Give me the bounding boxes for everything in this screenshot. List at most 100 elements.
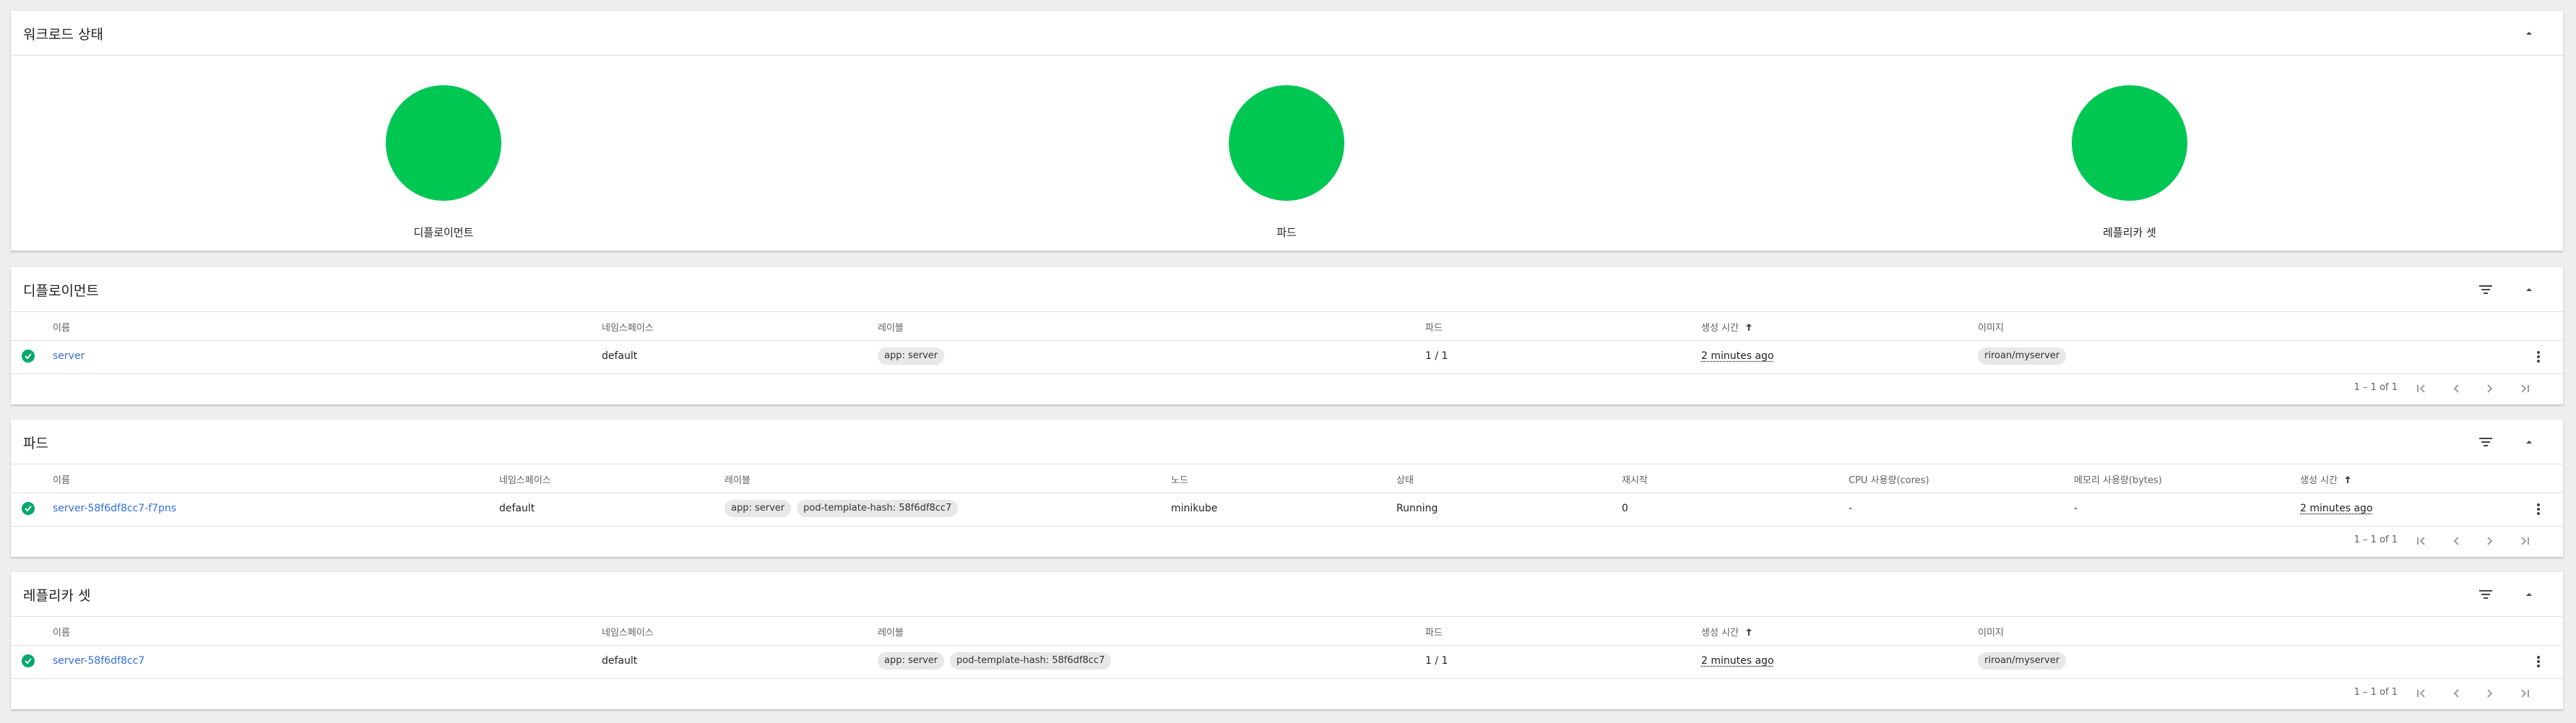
- row-menu-button[interactable]: [2530, 348, 2547, 365]
- column-header-label: 생성 시간: [2300, 475, 2338, 486]
- column-header-status[interactable]: 상태: [1396, 472, 1414, 486]
- card-header: 워크로드 상태: [11, 11, 2563, 56]
- card-header: 레플리카 셋: [11, 572, 2563, 617]
- column-header-label: 생성 시간: [1701, 323, 1739, 334]
- workload-status-card: 워크로드 상태 디플로이먼트 파드 레플리카 셋: [11, 11, 2563, 251]
- previous-page-button[interactable]: [2447, 379, 2465, 398]
- more-vert-icon: [2537, 503, 2540, 515]
- card-title: 레플리카 셋: [23, 588, 91, 604]
- column-header-labels[interactable]: 레이블: [878, 625, 904, 638]
- column-header-name[interactable]: 이름: [53, 320, 70, 334]
- column-header-created[interactable]: 생성 시간: [1701, 625, 1753, 638]
- table-header: 이름 네임스페이스 레이블 노드 상태 재시작 CPU 사용량(cores) 메…: [11, 464, 2563, 493]
- pagination-range: 1 – 1 of 1: [2354, 382, 2398, 393]
- next-page-button[interactable]: [2481, 379, 2499, 398]
- filter-icon: [2479, 285, 2492, 294]
- table-header: 이름 네임스페이스 레이블 파드 생성 시간 이미지: [11, 616, 2563, 646]
- chevron-left-icon: [2453, 384, 2459, 393]
- paginator: 1 – 1 of 1: [11, 526, 2563, 555]
- column-header-namespace[interactable]: 네임스페이스: [499, 472, 551, 486]
- first-page-button[interactable]: [2412, 379, 2431, 398]
- pagination-range: 1 – 1 of 1: [2354, 534, 2398, 545]
- created-time: 2 minutes ago: [2300, 503, 2373, 514]
- filter-button[interactable]: [2475, 584, 2497, 605]
- chevron-right-icon: [2487, 384, 2493, 393]
- more-vert-icon: [2537, 656, 2540, 667]
- memory-cell: -: [2074, 503, 2078, 514]
- paginator: 1 – 1 of 1: [11, 373, 2563, 402]
- status-label: 디플로이먼트: [413, 226, 474, 239]
- resource-name-link[interactable]: server: [53, 350, 85, 362]
- label-chip: app: server: [878, 347, 945, 365]
- chevron-left-icon: [2453, 689, 2459, 698]
- column-header-pods[interactable]: 파드: [1425, 625, 1443, 638]
- filter-button[interactable]: [2475, 431, 2497, 453]
- pods-cell: 1 / 1: [1425, 350, 1448, 362]
- label-chip: app: server: [725, 500, 792, 517]
- collapse-button[interactable]: [2518, 22, 2540, 44]
- cpu-cell: -: [1849, 503, 1853, 514]
- column-header-namespace[interactable]: 네임스페이스: [602, 625, 654, 638]
- table-header: 이름 네임스페이스 레이블 파드 생성 시간 이미지: [11, 311, 2563, 341]
- last-page-button[interactable]: [2515, 684, 2534, 703]
- chevron-up-icon: [2526, 441, 2532, 443]
- arrow-up-icon: [1746, 628, 1752, 636]
- status-chart[interactable]: [386, 85, 501, 201]
- filter-icon: [2479, 438, 2492, 446]
- column-header-created[interactable]: 생성 시간: [2300, 472, 2352, 486]
- column-header-images[interactable]: 이미지: [1978, 625, 2004, 638]
- column-header-name[interactable]: 이름: [53, 472, 70, 486]
- arrow-up-icon: [2345, 476, 2351, 483]
- status-label: 레플리카 셋: [2103, 226, 2156, 239]
- filter-button[interactable]: [2475, 279, 2497, 300]
- column-header-labels[interactable]: 레이블: [725, 472, 751, 486]
- column-header-cpu[interactable]: CPU 사용량(cores): [1849, 472, 1929, 486]
- last-page-icon: [2521, 689, 2529, 698]
- namespace-cell: default: [499, 503, 535, 514]
- collapse-button[interactable]: [2518, 279, 2540, 300]
- deployments-card: 디플로이먼트 이름 네임스페이스 레이블 파드 생성 시간 이미지 server…: [11, 267, 2563, 404]
- column-header-pods[interactable]: 파드: [1425, 320, 1443, 334]
- chevron-left-icon: [2453, 537, 2459, 545]
- check-circle-icon: [22, 654, 35, 667]
- chevron-up-icon: [2526, 32, 2532, 35]
- last-page-button[interactable]: [2515, 532, 2534, 550]
- resource-name-link[interactable]: server-58f6df8cc7-f7pns: [53, 503, 176, 514]
- column-header-node[interactable]: 노드: [1171, 472, 1188, 486]
- replicasets-card: 레플리카 셋 이름 네임스페이스 레이블 파드 생성 시간 이미지 server…: [11, 572, 2563, 709]
- previous-page-button[interactable]: [2447, 684, 2465, 703]
- chevron-up-icon: [2526, 593, 2532, 596]
- chevron-right-icon: [2487, 537, 2493, 545]
- column-header-name[interactable]: 이름: [53, 625, 70, 638]
- column-header-images[interactable]: 이미지: [1978, 320, 2004, 334]
- resource-name-link[interactable]: server-58f6df8cc7: [53, 655, 144, 667]
- created-time: 2 minutes ago: [1701, 350, 1774, 362]
- collapse-button[interactable]: [2518, 431, 2540, 453]
- next-page-button[interactable]: [2481, 684, 2499, 703]
- first-page-button[interactable]: [2412, 684, 2431, 703]
- created-time: 2 minutes ago: [1701, 655, 1774, 667]
- column-header-memory[interactable]: 메모리 사용량(bytes): [2074, 472, 2162, 486]
- card-header: 파드: [11, 420, 2563, 464]
- status-chart[interactable]: [2072, 85, 2187, 201]
- last-page-button[interactable]: [2515, 379, 2534, 398]
- next-page-button[interactable]: [2481, 532, 2499, 550]
- collapse-button[interactable]: [2518, 584, 2540, 605]
- pods-card: 파드 이름 네임스페이스 레이블 노드 상태 재시작 CPU 사용량(cores…: [11, 420, 2563, 557]
- chevron-up-icon: [2526, 288, 2532, 291]
- row-menu-button[interactable]: [2530, 653, 2547, 670]
- first-page-button[interactable]: [2412, 532, 2431, 550]
- column-header-labels[interactable]: 레이블: [878, 320, 904, 334]
- status-cell: Running: [1396, 503, 1438, 514]
- column-header-namespace[interactable]: 네임스페이스: [602, 320, 654, 334]
- check-circle-icon: [22, 350, 35, 363]
- paginator: 1 – 1 of 1: [11, 678, 2563, 707]
- last-page-icon: [2521, 384, 2529, 393]
- first-page-icon: [2417, 537, 2425, 545]
- previous-page-button[interactable]: [2447, 532, 2465, 550]
- namespace-cell: default: [602, 655, 638, 667]
- column-header-restarts[interactable]: 재시작: [1622, 472, 1648, 486]
- column-header-created[interactable]: 생성 시간: [1701, 320, 1753, 334]
- row-menu-button[interactable]: [2530, 501, 2547, 518]
- status-chart[interactable]: [1229, 85, 1344, 201]
